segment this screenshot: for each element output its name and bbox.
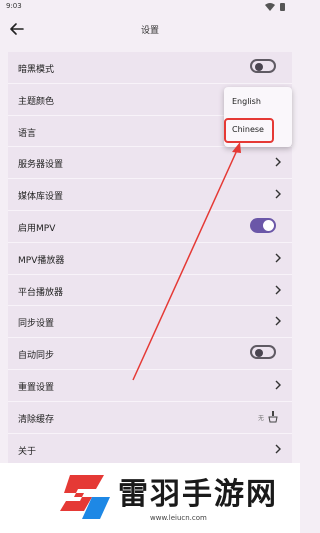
brand-name: 雷羽手游网 [118,477,278,512]
cache-size-value: 无 [257,414,264,422]
setting-label: 暗黑模式 [18,65,55,75]
auto-sync-toggle[interactable] [250,345,276,360]
brand-logo-icon [60,475,110,519]
setting-label: 清除缓存 [18,414,55,425]
setting-server[interactable]: 服务器设置 [8,147,292,180]
status-bar: 9:03 [0,0,300,14]
enable-mpv-toggle[interactable] [250,217,276,233]
watermark-footer: 雷羽手游网 www.leiucn.com [0,463,300,533]
setting-platform-player[interactable]: 平台播放器 [8,274,292,307]
setting-auto-sync[interactable]: 自动同步 [8,338,292,370]
setting-label: 同步设置 [18,319,55,330]
chevron-right-icon [275,444,281,454]
setting-enable-mpv[interactable]: 启用MPV [8,210,292,243]
chevron-right-icon [275,316,281,326]
setting-about[interactable]: 关于 [8,433,292,466]
setting-label: 自动同步 [18,351,55,362]
app-bar: 设置 [0,14,300,44]
setting-label: 关于 [18,446,37,457]
menu-item-english[interactable]: English [232,97,261,106]
status-time: 9:03 [6,2,22,10]
dark-mode-toggle[interactable] [250,59,276,73]
setting-label: MPV播放器 [18,255,65,266]
setting-label: 重置设置 [18,382,55,393]
chevron-right-icon [275,189,281,199]
page-title: 设置 [140,26,159,36]
setting-label: 服务器设置 [18,160,64,171]
setting-reset[interactable]: 重置设置 [8,369,292,402]
chevron-right-icon [275,380,281,390]
setting-label: 媒体库设置 [18,192,64,203]
setting-dark-mode[interactable]: 暗黑模式 [8,52,292,84]
setting-label: 语言 [18,128,37,139]
setting-sync[interactable]: 同步设置 [8,306,292,339]
setting-media-library[interactable]: 媒体库设置 [8,179,292,211]
wifi-battery-icon [265,3,285,11]
setting-mpv-player[interactable]: MPV播放器 [8,242,292,275]
chevron-right-icon [275,285,281,295]
broom-icon [268,410,278,423]
setting-label: 启用MPV [18,223,56,234]
chevron-right-icon [275,253,281,263]
setting-label: 平台播放器 [18,287,64,298]
setting-clear-cache[interactable]: 清除缓存 无 [8,401,292,434]
brand-url: www.leiucn.com [150,514,207,522]
highlight-box [224,118,274,143]
setting-label: 主题颜色 [18,96,55,107]
chevron-right-icon [275,157,281,167]
